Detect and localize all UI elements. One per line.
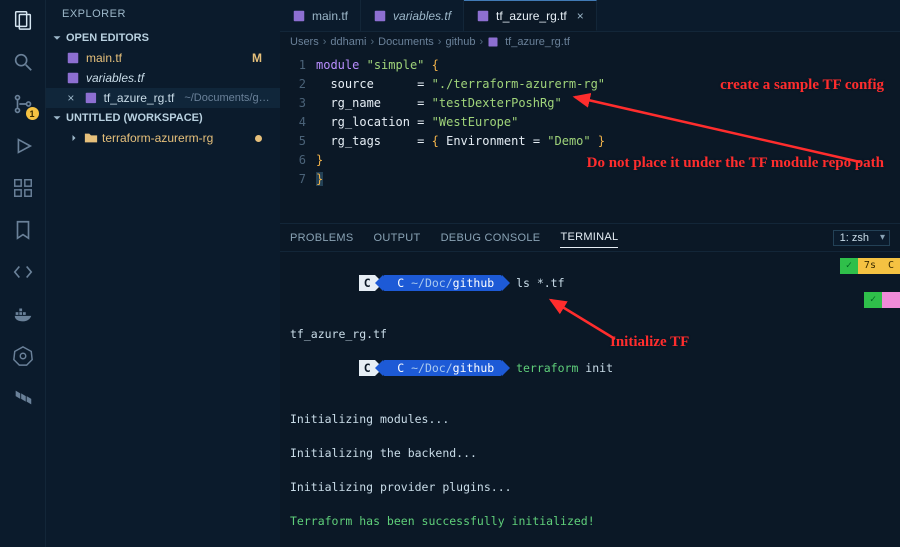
tab-main-tf[interactable]: main.tf	[280, 0, 361, 31]
terraform-file-icon	[476, 9, 490, 23]
terraform-file-icon	[487, 36, 499, 48]
docker-icon[interactable]	[11, 302, 35, 326]
open-editors-label: OPEN EDITORS	[66, 32, 149, 44]
terminal-output	[290, 462, 890, 479]
kubernetes-icon[interactable]	[11, 344, 35, 368]
terminal-success: Terraform has been successfully initiali…	[290, 513, 890, 530]
breadcrumb-item[interactable]: github	[445, 36, 475, 48]
tab-variables-tf[interactable]: variables.tf	[361, 0, 464, 31]
prompt-lead-icon: C	[359, 275, 375, 291]
sidebar: EXPLORER OPEN EDITORS main.tf M variable…	[46, 0, 280, 547]
prompt-cwd: C ~/Doc/github	[383, 275, 502, 291]
tab-label: tf_azure_rg.tf	[496, 9, 567, 23]
terraform-file-icon	[373, 9, 387, 23]
debug-icon[interactable]	[11, 134, 35, 158]
terminal[interactable]: CC ~/Doc/github ls *.tf ✓ 7s C tf_azure_…	[280, 252, 900, 547]
open-editor-main-tf[interactable]: main.tf M	[46, 48, 280, 68]
file-name: main.tf	[86, 51, 122, 65]
file-name: tf_azure_rg.tf	[104, 91, 175, 105]
panel-tab-terminal[interactable]: TERMINAL	[560, 227, 618, 248]
explorer-icon[interactable]	[11, 8, 35, 32]
workspace-header[interactable]: UNTITLED (WORKSPACE)	[46, 108, 280, 128]
code-content[interactable]: module "simple" { source = "./terraform-…	[316, 52, 605, 223]
terminal-output: Initializing modules...	[290, 411, 890, 428]
file-path-trail: ~/Documents/git...	[184, 92, 272, 104]
panel-tab-debug[interactable]: DEBUG CONSOLE	[441, 228, 541, 248]
panel-tab-output[interactable]: OUTPUT	[374, 228, 421, 248]
search-icon[interactable]	[11, 50, 35, 74]
folder-terraform-azurerm-rg[interactable]: terraform-azurerm-rg	[46, 128, 280, 148]
breadcrumb-item[interactable]: Documents	[378, 36, 434, 48]
terminal-output: Initializing the backend...	[290, 445, 890, 462]
line-numbers: 1234567	[280, 52, 316, 223]
code-editor[interactable]: 1234567 module "simple" { source = "./te…	[280, 52, 900, 223]
tab-azure-rg-tf[interactable]: tf_azure_rg.tf ×	[464, 0, 597, 31]
prompt-lead-icon: C	[359, 360, 375, 376]
open-editors-header[interactable]: OPEN EDITORS	[46, 28, 280, 48]
terminal-command: terraform	[516, 361, 578, 375]
prompt-cwd: C ~/Doc/github	[383, 360, 502, 376]
breadcrumb[interactable]: Users› ddhami› Documents› github› tf_azu…	[280, 32, 900, 52]
terminal-output: tf_azure_rg.tf	[290, 326, 890, 343]
file-name: variables.tf	[86, 71, 144, 85]
terraform-file-icon	[66, 71, 80, 85]
terminal-output	[290, 496, 890, 513]
annotation-create-config: create a sample TF config	[720, 76, 884, 95]
sidebar-title: EXPLORER	[46, 0, 280, 28]
remote-icon[interactable]	[11, 260, 35, 284]
source-control-icon[interactable]: 1	[11, 92, 35, 116]
tab-label: main.tf	[312, 9, 348, 23]
bottom-panel: PROBLEMS OUTPUT DEBUG CONSOLE TERMINAL 1…	[280, 223, 900, 547]
terminal-command: ls *.tf	[516, 276, 564, 290]
terminal-selector[interactable]: 1: zsh	[833, 230, 890, 246]
activity-bar: 1	[0, 0, 46, 547]
workspace-label: UNTITLED (WORKSPACE)	[66, 112, 203, 124]
scm-badge: 1	[26, 107, 39, 120]
modified-dot-icon	[255, 135, 262, 142]
terraform-file-icon	[292, 9, 306, 23]
folder-name: terraform-azurerm-rg	[102, 131, 213, 145]
arrow-icon	[570, 92, 870, 172]
panel-tabs: PROBLEMS OUTPUT DEBUG CONSOLE TERMINAL 1…	[280, 224, 900, 252]
folder-icon	[84, 131, 98, 145]
breadcrumb-item[interactable]: ddhami	[330, 36, 366, 48]
terraform-file-icon	[66, 51, 80, 65]
open-editor-variables-tf[interactable]: variables.tf	[46, 68, 280, 88]
terraform-icon[interactable]	[11, 386, 35, 410]
terraform-file-icon	[84, 91, 98, 105]
extensions-icon[interactable]	[11, 176, 35, 200]
editor-tabs: main.tf variables.tf tf_azure_rg.tf ×	[280, 0, 900, 32]
breadcrumb-item[interactable]: tf_azure_rg.tf	[505, 36, 570, 48]
modified-badge: M	[252, 51, 272, 65]
open-editor-azure-rg-tf[interactable]: × tf_azure_rg.tf ~/Documents/git...	[46, 88, 280, 108]
terminal-output	[290, 428, 890, 445]
tab-label: variables.tf	[393, 9, 451, 23]
breadcrumb-item[interactable]: Users	[290, 36, 319, 48]
main-area: main.tf variables.tf tf_azure_rg.tf × Us…	[280, 0, 900, 547]
close-icon[interactable]: ×	[577, 9, 584, 23]
annotation-no-module-path: Do not place it under the TF module repo…	[587, 154, 884, 173]
bookmark-icon[interactable]	[11, 218, 35, 242]
terminal-output: Initializing provider plugins...	[290, 479, 890, 496]
panel-tab-problems[interactable]: PROBLEMS	[290, 228, 354, 248]
close-icon[interactable]: ×	[64, 91, 78, 105]
